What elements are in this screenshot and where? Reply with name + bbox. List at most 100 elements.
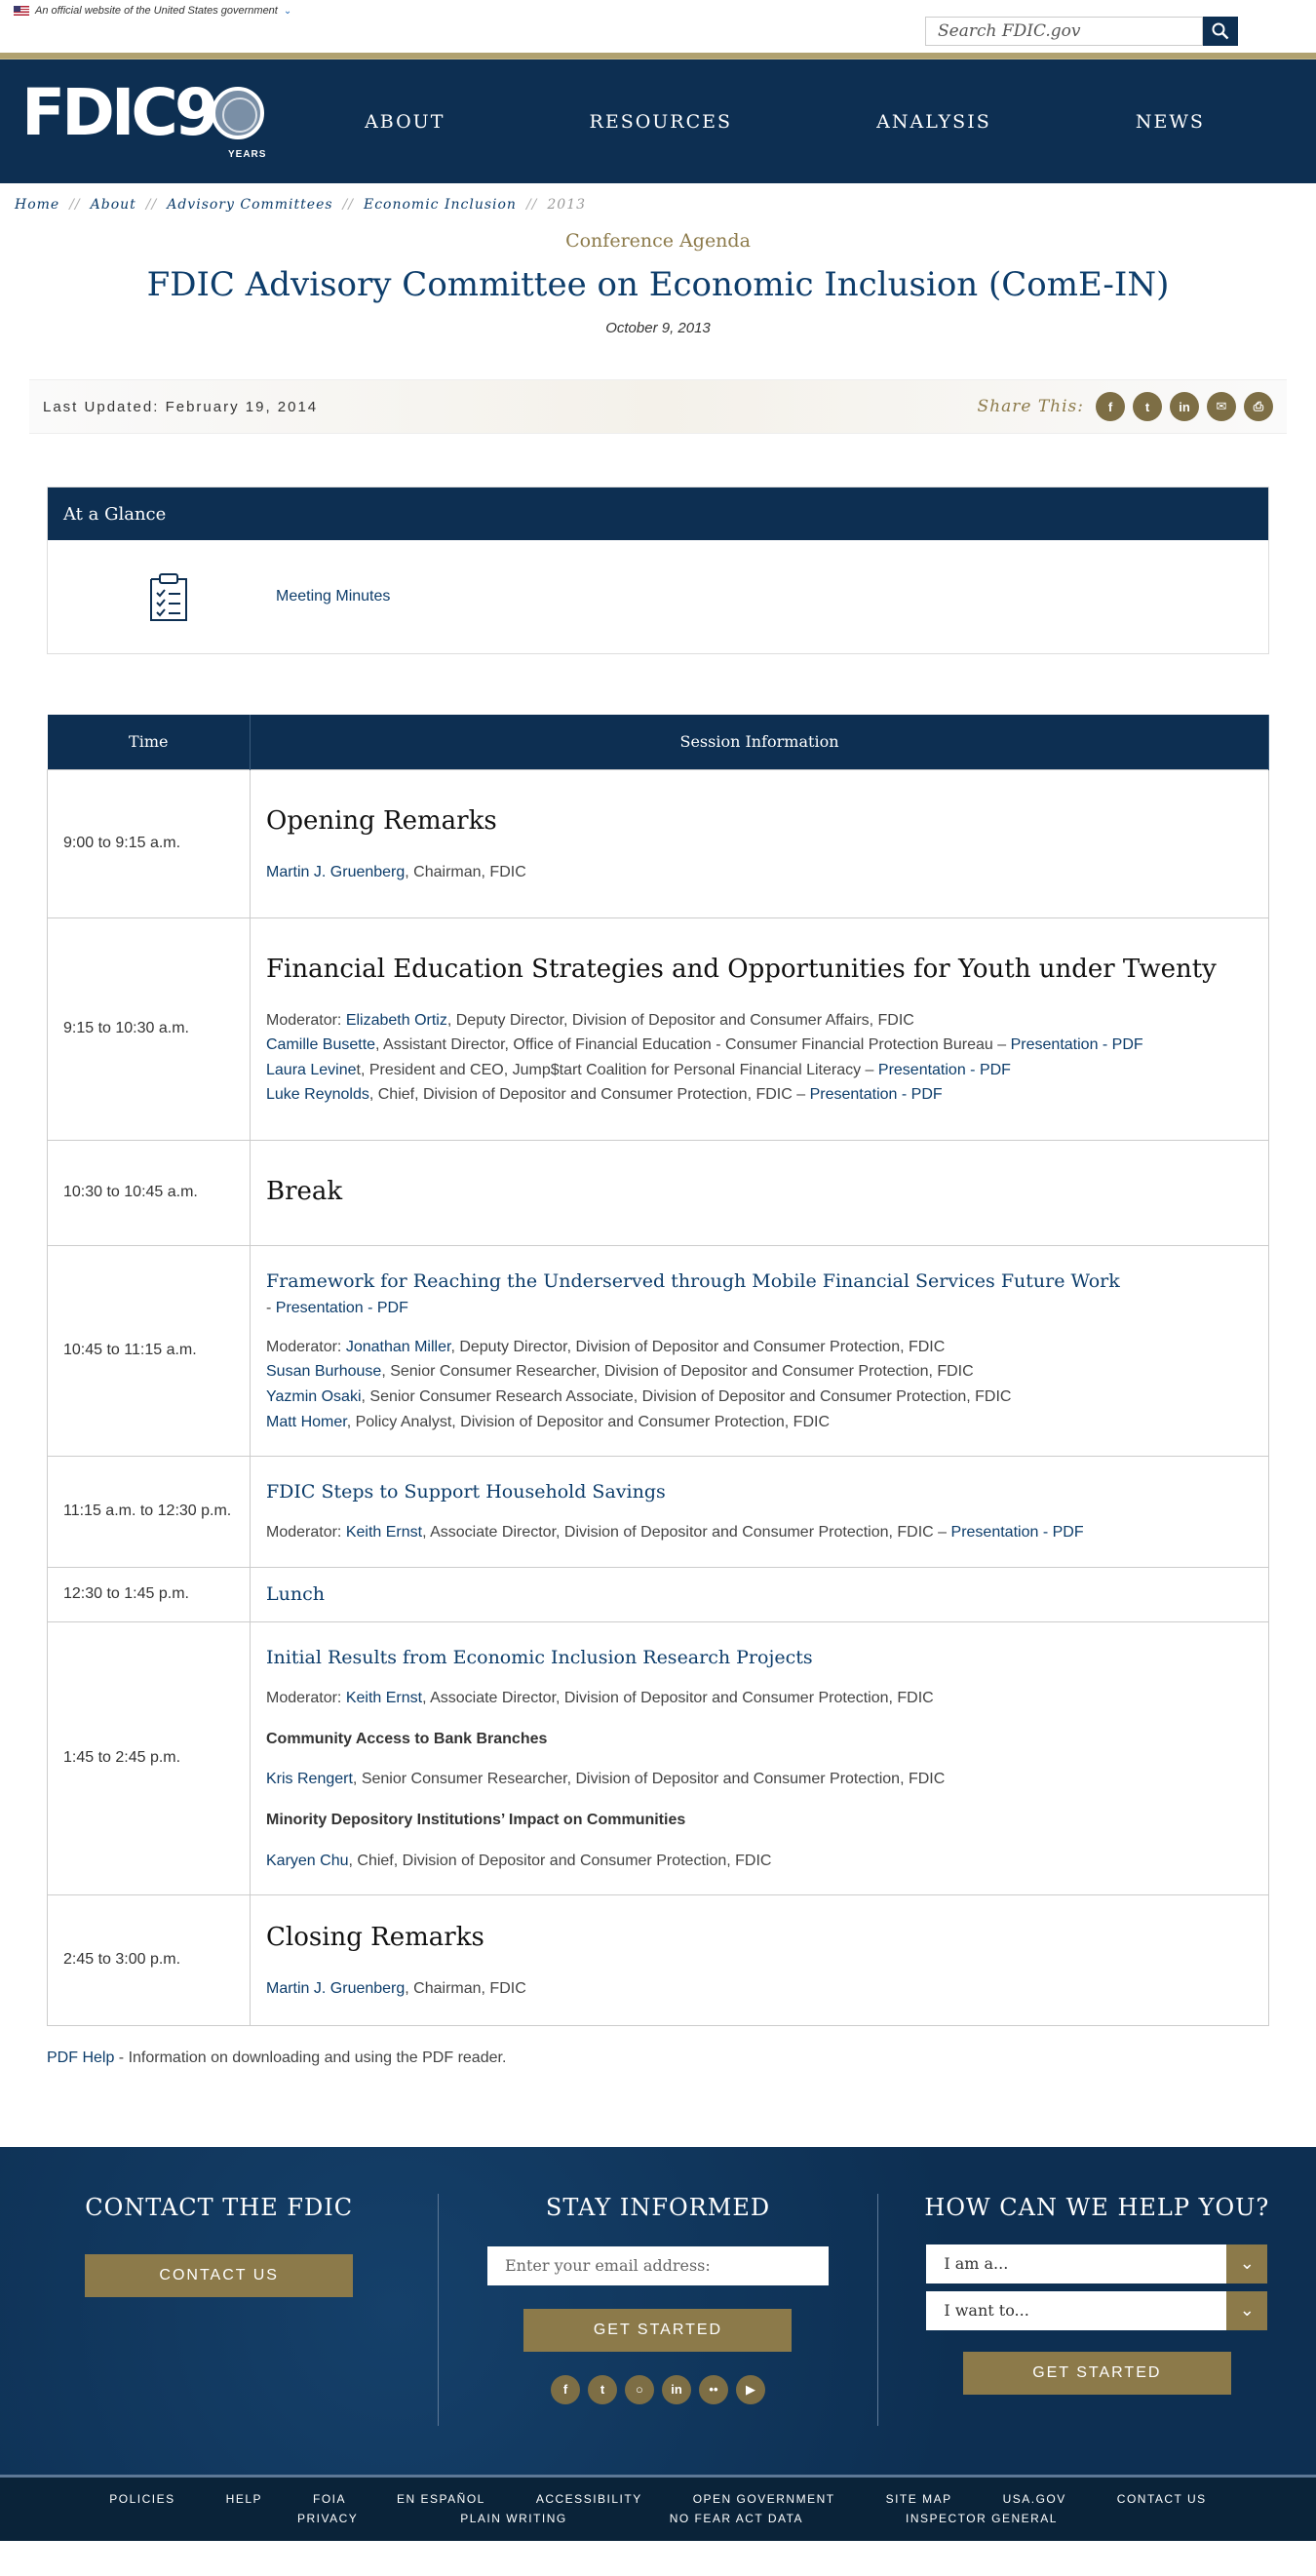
table-row: 10:45 to 11:15 a.m. Framework for Reachi… [47,1244,1269,1457]
bottom-links-row: POLICIES HELP FOIA EN ESPAÑOL ACCESSIBIL… [109,2492,1206,2506]
speaker-role: , Policy Analyst, Division of Depositor … [346,1413,830,1430]
facebook-icon[interactable]: f [1096,392,1125,421]
email-icon[interactable]: ✉ [1207,392,1236,421]
twitter-icon[interactable]: t [1133,392,1162,421]
footer-help-title: HOW CAN WE HELP YOU? [924,2193,1270,2221]
footer-link-no-fear[interactable]: NO FEAR ACT DATA [670,2512,803,2525]
nav-about[interactable]: ABOUT [365,111,445,133]
linkedin-icon[interactable]: in [1170,392,1199,421]
presentation-pdf-link[interactable]: Presentation - PDF [1011,1036,1143,1053]
presentation-pdf-link[interactable]: Presentation - PDF [810,1086,943,1103]
breadcrumb-home[interactable]: Home [15,197,59,213]
footer-link-open-government[interactable]: OPEN GOVERNMENT [693,2492,835,2506]
meeting-minutes-link[interactable]: Meeting Minutes [276,588,390,605]
speaker-link[interactable]: Susan Burhouse [266,1363,381,1380]
footer-link-help[interactable]: HELP [226,2492,262,2506]
session-time: 11:15 a.m. to 12:30 p.m. [47,1455,251,1568]
speaker-link[interactable]: Karyen Chu [266,1853,349,1869]
speaker-link[interactable]: Keith Ernst [346,1690,422,1706]
bottom-links: POLICIES HELP FOIA EN ESPAÑOL ACCESSIBIL… [0,2474,1316,2541]
speaker-link[interactable]: Jonathan Miller [346,1339,451,1355]
linkedin-icon[interactable]: in [661,2374,691,2404]
fdic-logo[interactable]: FDIC 9 YEARS [21,75,272,161]
subscribe-button[interactable]: GET STARTED [523,2308,793,2352]
table-row: 9:00 to 9:15 a.m. Opening Remarks Martin… [47,768,1269,918]
pdf-help-link[interactable]: PDF Help [47,2049,114,2066]
speaker-role: , Deputy Director, Division of Depositor… [446,1011,914,1029]
speaker-link[interactable]: Martin J. Gruenberg [266,864,405,880]
speaker-link[interactable]: Laura Levine [266,1062,357,1078]
youtube-icon[interactable]: ▶ [735,2374,765,2404]
session-info: Initial Results from Economic Inclusion … [250,1620,1269,1895]
print-icon[interactable]: ⎙ [1244,392,1273,421]
presentation-pdf-link[interactable]: Presentation - PDF [878,1062,1011,1078]
footer-link-usagov[interactable]: USA.GOV [1003,2492,1066,2506]
pdf-help-text: - Information on downloading and using t… [114,2049,507,2066]
speaker-link[interactable]: Camille Busette [266,1036,375,1053]
speaker-role: , Deputy Director, Division of Depositor… [450,1338,946,1355]
speaker-link[interactable]: Luke Reynolds [266,1086,369,1103]
footer-link-accessibility[interactable]: ACCESSIBILITY [536,2492,642,2506]
presentation-pdf-link[interactable]: Presentation - PDF [951,1524,1084,1541]
checklist-icon [150,573,187,621]
footer-link-site-map[interactable]: SITE MAP [886,2492,952,2506]
session-title: FDIC Steps to Support Household Savings [266,1481,666,1503]
email-input[interactable]: Enter your email address: [486,2245,829,2285]
session-info: Financial Education Strategies and Oppor… [250,917,1269,1141]
bottom-links-row: PRIVACY PLAIN WRITING NO FEAR ACT DATA I… [219,2512,1097,2525]
table-row: 11:15 a.m. to 12:30 p.m. FDIC Steps to S… [47,1455,1269,1568]
session-time: 9:15 to 10:30 a.m. [47,917,251,1141]
instagram-icon[interactable]: ○ [624,2374,654,2404]
session-info: Lunch [250,1566,1269,1622]
breadcrumb-economic-inclusion[interactable]: Economic Inclusion [364,197,517,213]
breadcrumb-separator: // [69,197,81,213]
footer-link-plain-writing[interactable]: PLAIN WRITING [460,2512,567,2525]
speaker-role: , Chairman, FDIC [405,864,526,880]
search-input[interactable]: Search FDIC.gov [925,17,1203,46]
speaker-role: , Associate Director, Division of Deposi… [422,1690,934,1707]
footer-link-espanol[interactable]: EN ESPAÑOL [397,2492,485,2506]
help-get-started-button[interactable]: GET STARTED [962,2351,1231,2395]
footer-link-contact-us[interactable]: CONTACT US [1117,2492,1207,2506]
footer-link-foia[interactable]: FOIA [313,2492,346,2506]
footer-link-privacy[interactable]: PRIVACY [297,2512,358,2525]
table-row: 10:30 to 10:45 a.m. Break [47,1139,1269,1246]
session-title: Initial Results from Economic Inclusion … [266,1646,813,1668]
footer-help: HOW CAN WE HELP YOU? I am a... ⌄ I want … [876,2193,1316,2426]
twitter-icon[interactable]: t [587,2374,617,2404]
search-form: Search FDIC.gov [925,17,1238,46]
pdf-prefix: - [266,1300,276,1317]
footer-link-policies[interactable]: POLICIES [109,2492,174,2506]
nav-news[interactable]: NEWS [1136,111,1205,133]
footer-link-inspector-general[interactable]: INSPECTOR GENERAL [906,2512,1058,2525]
search-button[interactable] [1203,17,1238,46]
session-title: Break [266,1177,343,1207]
speaker-link[interactable]: Yazmin Osaki [266,1388,362,1405]
flickr-icon[interactable]: •• [698,2374,728,2404]
breadcrumb-separator: // [525,197,538,213]
column-header-session: Session Information [250,715,1269,769]
contact-us-button[interactable]: CONTACT US [85,2253,354,2297]
table-row: 1:45 to 2:45 p.m. Initial Results from E… [47,1620,1269,1895]
speaker-link[interactable]: Martin J. Gruenberg [266,1980,405,1997]
facebook-icon[interactable]: f [550,2374,580,2404]
session-info: Break [250,1139,1269,1246]
session-info: Framework for Reaching the Underserved t… [250,1244,1269,1457]
main-nav: ABOUT RESOURCES ANALYSIS NEWS [292,59,1277,184]
at-a-glance-heading: At a Glance [48,488,1268,540]
gov-banner-text-wrap[interactable]: An official website of the United States… [14,5,291,17]
speaker-link[interactable]: Elizabeth Ortiz [346,1012,447,1029]
i-am-a-select[interactable]: I am a... ⌄ [926,2244,1268,2283]
breadcrumb-about[interactable]: About [91,197,136,213]
nav-analysis[interactable]: ANALYSIS [876,111,991,133]
breadcrumb-advisory-committees[interactable]: Advisory Committees [167,197,332,213]
i-want-to-select[interactable]: I want to... ⌄ [926,2290,1268,2330]
speaker-link[interactable]: Kris Rengert [266,1771,353,1787]
presentation-pdf-link[interactable]: Presentation - PDF [276,1300,408,1316]
page-title: FDIC Advisory Committee on Economic Incl… [146,265,1170,304]
speaker-link[interactable]: Keith Ernst [346,1524,422,1541]
page-date: October 9, 2013 [605,320,711,336]
speaker-link[interactable]: Matt Homer [266,1414,347,1430]
nav-resources[interactable]: RESOURCES [590,111,733,133]
logo-text: FDIC [21,75,178,150]
